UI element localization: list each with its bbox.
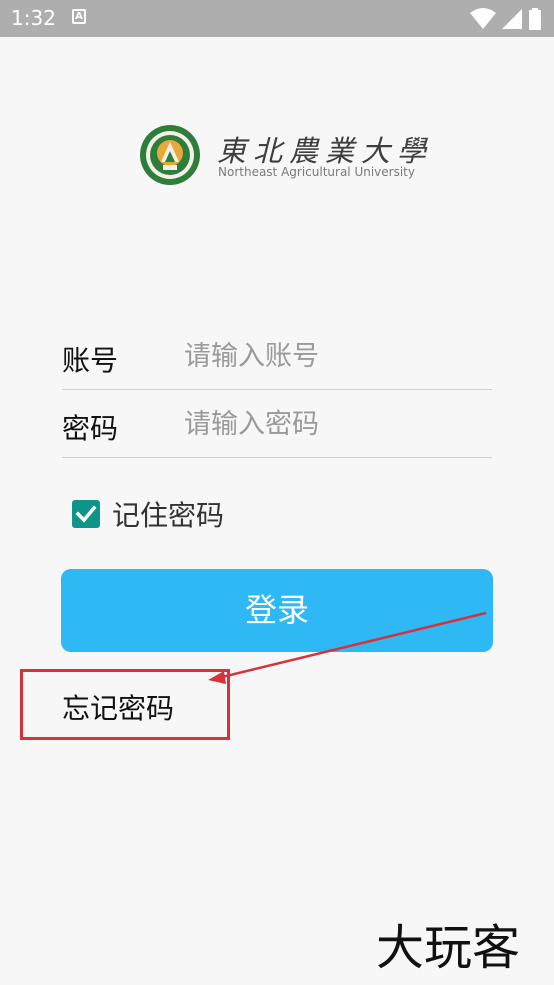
status-time: 1:32 [11, 6, 56, 30]
battery-icon [529, 8, 541, 30]
status-bar: 1:32 A [0, 0, 554, 37]
account-input[interactable] [184, 334, 484, 378]
notification-icon: A [72, 9, 86, 24]
remember-password-label: 记住密码 [112, 499, 225, 532]
wifi-icon [469, 8, 496, 29]
remember-password-checkbox[interactable] [72, 500, 100, 528]
watermark: 大玩客 [376, 920, 520, 974]
university-name-chinese: 東北農業大學 [217, 134, 434, 168]
login-button[interactable]: 登录 [61, 569, 493, 652]
signal-icon [501, 9, 522, 29]
password-field: 密码 [62, 392, 492, 458]
university-logo: 東北農業大學 Northeast Agricultural University [139, 124, 426, 186]
watermark-text: 大玩客 [376, 920, 520, 974]
account-field: 账号 [62, 324, 492, 390]
university-name-english: Northeast Agricultural University [218, 165, 415, 179]
university-seal-icon [140, 125, 200, 185]
password-label: 密码 [62, 412, 119, 445]
checkmark-icon [75, 505, 97, 523]
status-icons [469, 8, 542, 30]
password-input[interactable] [184, 402, 484, 446]
account-label: 账号 [62, 344, 119, 377]
forgot-password-link[interactable]: 忘记密码 [62, 687, 174, 727]
